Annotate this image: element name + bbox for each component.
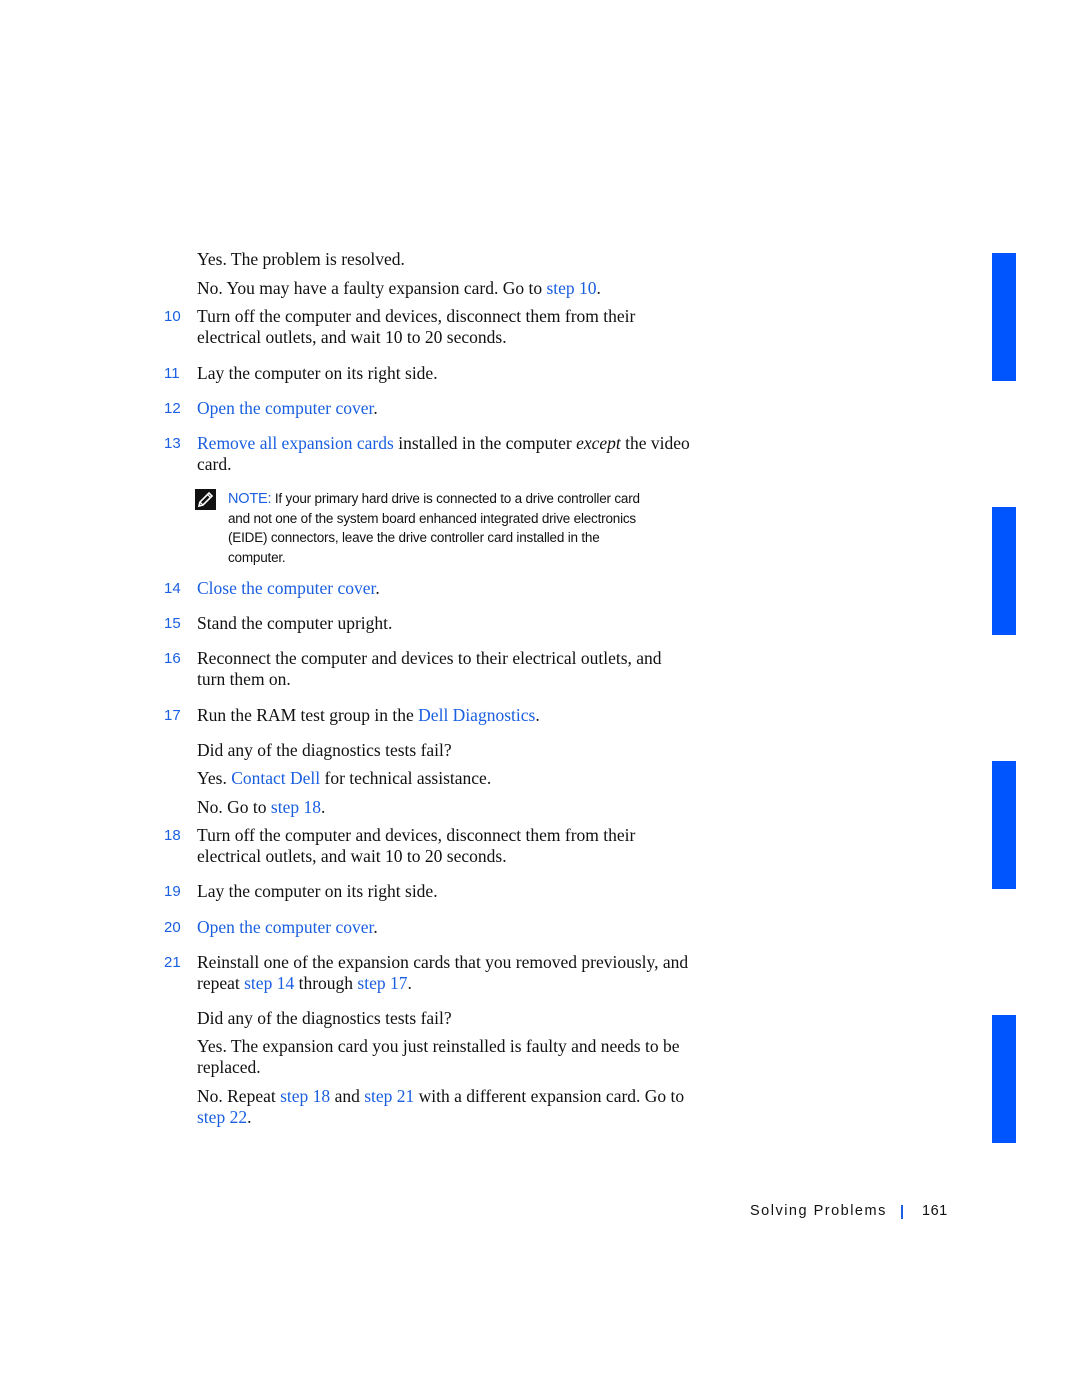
- text: repeat: [197, 973, 245, 993]
- text: Yes.: [197, 768, 232, 788]
- step-11-text: Lay the computer on its right side.: [197, 363, 438, 383]
- text: and: [330, 1086, 365, 1106]
- step-number: 11: [164, 365, 180, 382]
- text: with a different expansion card. Go to: [414, 1086, 685, 1106]
- text: No. Go to: [197, 797, 271, 817]
- text: .: [375, 578, 380, 598]
- answer-no: No. Go to step 18.: [197, 797, 325, 818]
- text: through: [294, 973, 358, 993]
- text: installed in the computer: [393, 433, 577, 453]
- page-number: 161: [922, 1203, 948, 1219]
- step-18-link[interactable]: step 18: [280, 1086, 330, 1106]
- step-13-text: Remove all expansion cards installed in …: [197, 433, 690, 454]
- text: No. You may have a faulty expansion card…: [197, 278, 547, 298]
- note-text: (EIDE) connectors, leave the drive contr…: [228, 530, 600, 545]
- answer-no: No. Repeat step 18 and step 21 with a di…: [197, 1086, 684, 1107]
- chapter-tab: [992, 761, 1016, 889]
- step-number: 12: [164, 400, 181, 417]
- text: .: [320, 797, 326, 817]
- footer-section-title: Solving Problems: [750, 1203, 887, 1219]
- step-10-text: Turn off the computer and devices, disco…: [197, 306, 636, 326]
- step-20-text: Open the computer cover.: [197, 917, 378, 938]
- answer-yes: Yes. The problem is resolved.: [197, 249, 405, 269]
- text: .: [407, 973, 412, 993]
- step-number: 17: [164, 707, 181, 724]
- step-16-text: turn them on.: [197, 669, 291, 689]
- answer-yes: Yes. Contact Dell for technical assistan…: [197, 768, 491, 789]
- step-19-text: Lay the computer on its right side.: [197, 881, 438, 901]
- step-21-link[interactable]: step 21: [364, 1086, 414, 1106]
- note-label: NOTE:: [228, 491, 272, 507]
- question: Did any of the diagnostics tests fail?: [197, 740, 452, 760]
- step-number: 15: [164, 615, 181, 632]
- chapter-tab: [992, 253, 1016, 381]
- step-18-text: Turn off the computer and devices, disco…: [197, 825, 636, 845]
- step-number: 13: [164, 435, 181, 452]
- remove-cards-link[interactable]: Remove all expansion cards: [197, 433, 394, 453]
- text: No. Repeat: [197, 1086, 281, 1106]
- step-number: 19: [164, 883, 181, 900]
- chapter-tab: [992, 507, 1016, 635]
- text: for technical assistance.: [320, 768, 492, 788]
- text: the video: [620, 433, 690, 453]
- note-text: and not one of the system board enhanced…: [228, 511, 636, 526]
- step-10-link[interactable]: step 10: [546, 278, 596, 298]
- open-cover-link[interactable]: Open the computer cover: [197, 398, 373, 418]
- question: Did any of the diagnostics tests fail?: [197, 1008, 452, 1028]
- step-number: 10: [164, 308, 181, 325]
- answer-yes: Yes. The expansion card you just reinsta…: [197, 1036, 680, 1056]
- step-21-text: repeat step 14 through step 17.: [197, 973, 412, 994]
- text: .: [596, 278, 601, 298]
- step-number: 20: [164, 919, 181, 936]
- note-text: NOTE: If your primary hard drive is conn…: [228, 489, 640, 510]
- text-emphasis: except: [576, 433, 621, 453]
- step-number: 16: [164, 650, 181, 667]
- step-14-text: Close the computer cover.: [197, 578, 380, 599]
- answer-no: No. You may have a faulty expansion card…: [197, 278, 601, 299]
- step-22-link[interactable]: step 22: [197, 1107, 247, 1127]
- text: .: [373, 398, 378, 418]
- step-18-link[interactable]: step 18: [271, 797, 321, 817]
- open-cover-link[interactable]: Open the computer cover: [197, 917, 373, 937]
- footer-separator: [901, 1205, 903, 1219]
- text: .: [247, 1107, 252, 1127]
- step-12-text: Open the computer cover.: [197, 398, 378, 419]
- note-text: computer.: [228, 550, 286, 565]
- step-21-text: Reinstall one of the expansion cards tha…: [197, 952, 689, 972]
- step-number: 14: [164, 580, 181, 597]
- close-cover-link[interactable]: Close the computer cover: [197, 578, 375, 598]
- step-number: 18: [164, 827, 181, 844]
- step-13-text: card.: [197, 454, 232, 474]
- text: .: [373, 917, 378, 937]
- step-17-text: Run the RAM test group in the Dell Diagn…: [197, 705, 540, 726]
- step-10-text: electrical outlets, and wait 10 to 20 se…: [197, 327, 507, 347]
- step-17-link[interactable]: step 17: [357, 973, 407, 993]
- note-pencil-icon: [195, 489, 216, 510]
- contact-dell-link[interactable]: Contact Dell: [231, 768, 320, 788]
- answer-no: step 22.: [197, 1107, 251, 1128]
- dell-diagnostics-link[interactable]: Dell Diagnostics: [418, 705, 535, 725]
- step-number: 21: [164, 954, 181, 971]
- text: .: [535, 705, 540, 725]
- chapter-tab: [992, 1015, 1016, 1143]
- step-15-text: Stand the computer upright.: [197, 613, 393, 633]
- step-18-text: electrical outlets, and wait 10 to 20 se…: [197, 846, 507, 866]
- text: Run the RAM test group in the: [197, 705, 419, 725]
- step-16-text: Reconnect the computer and devices to th…: [197, 648, 662, 668]
- text: If your primary hard drive is connected …: [271, 491, 640, 506]
- step-14-link[interactable]: step 14: [244, 973, 294, 993]
- answer-yes: replaced.: [197, 1057, 261, 1077]
